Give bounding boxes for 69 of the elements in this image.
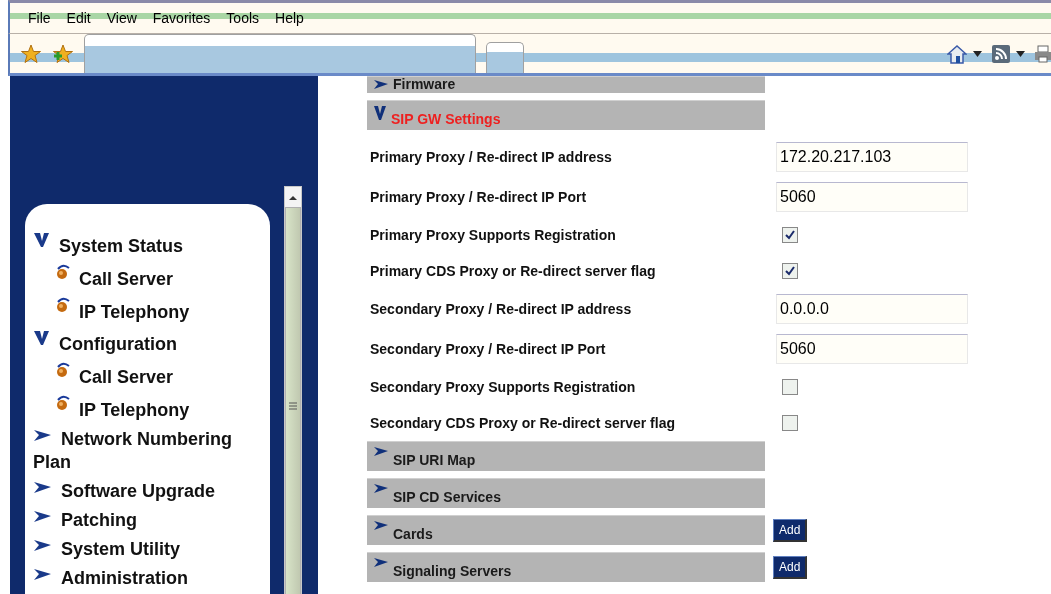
bullet-icon	[55, 362, 71, 380]
add-button[interactable]: Add	[773, 555, 808, 579]
print-icon[interactable]	[1035, 44, 1051, 63]
menu-item[interactable]: Tools	[220, 10, 266, 26]
chevron-down-icon	[373, 106, 387, 120]
field-label: Primary CDS Proxy or Re-direct server flag	[369, 263, 657, 279]
nav-item[interactable]: Configuration	[33, 330, 270, 356]
chevron-down-icon	[33, 232, 51, 248]
arrow-icon	[373, 483, 389, 495]
rss-icon[interactable]	[992, 44, 1010, 63]
arrow-icon	[33, 510, 53, 524]
field-label: Primary Proxy / Re-direct IP address	[369, 149, 613, 165]
nav-subitem[interactable]: IP Telephony	[33, 395, 270, 422]
menu-item[interactable]: Favorites	[146, 10, 217, 26]
star-icon[interactable]	[20, 43, 42, 64]
arrow-icon	[33, 481, 53, 495]
bullet-icon	[55, 297, 71, 315]
add-star-icon[interactable]	[52, 43, 74, 64]
home-icon[interactable]	[947, 43, 967, 64]
field-label: Secondary Proxy / Re-direct IP Port	[369, 341, 607, 357]
caret-icon[interactable]	[1016, 50, 1025, 57]
field-label: Primary Proxy / Re-direct IP Port	[369, 189, 588, 205]
checkbox[interactable]	[782, 379, 798, 395]
menu-item[interactable]: View	[100, 10, 143, 26]
arrow-icon	[373, 557, 389, 569]
input-field[interactable]: 5060	[776, 182, 968, 212]
arrow-icon	[33, 568, 53, 582]
nav-item[interactable]: Administration	[33, 567, 270, 590]
scrollbar[interactable]	[284, 186, 302, 594]
chevron-down-icon	[33, 330, 51, 346]
browser-tab[interactable]	[84, 34, 476, 73]
grip-icon	[289, 402, 297, 410]
checkbox[interactable]	[782, 263, 798, 279]
section-header[interactable]: SIP CD Services	[367, 478, 765, 508]
nav-subitem[interactable]: IP Telephony	[33, 297, 270, 324]
checkbox[interactable]	[782, 227, 798, 243]
nav-item[interactable]: System Status	[33, 232, 270, 258]
caret-icon[interactable]	[973, 50, 982, 57]
input-field[interactable]: 5060	[776, 334, 968, 364]
field-label: Secondary Proxy Supports Registration	[369, 379, 637, 395]
nav-item[interactable]: Software Upgrade	[33, 480, 270, 503]
arrow-icon	[373, 79, 389, 91]
nav-item[interactable]: System Utility	[33, 538, 270, 561]
checkbox[interactable]	[782, 415, 798, 431]
add-button[interactable]: Add	[773, 518, 808, 542]
menu-item[interactable]: Edit	[60, 10, 97, 26]
input-field[interactable]: 172.20.217.103	[776, 142, 968, 172]
section-header[interactable]: Cards	[367, 515, 765, 545]
nav-subitem[interactable]: Call Server	[33, 264, 270, 291]
section-header[interactable]: Firmware	[367, 76, 765, 93]
nav-item[interactable]: Network Numbering Plan	[33, 428, 270, 474]
field-label: Primary Proxy Supports Registration	[369, 227, 617, 243]
input-field[interactable]: 0.0.0.0	[776, 294, 968, 324]
scroll-up-icon[interactable]	[289, 193, 297, 203]
field-label: Secondary CDS Proxy or Re-direct server flag	[369, 415, 676, 431]
section-header[interactable]: SIP URI Map	[367, 441, 765, 471]
bullet-icon	[55, 395, 71, 413]
nav-subitem[interactable]: Call Server	[33, 362, 270, 389]
arrow-icon	[33, 429, 53, 443]
field-label: Secondary Proxy / Re-direct IP address	[369, 301, 633, 317]
arrow-icon	[373, 520, 389, 532]
bullet-icon	[55, 264, 71, 282]
menu-item[interactable]: File	[22, 10, 57, 26]
nav-item[interactable]: Patching	[33, 509, 270, 532]
section-header[interactable]: Signaling Servers	[367, 552, 765, 582]
arrow-icon	[373, 446, 389, 458]
arrow-icon	[33, 539, 53, 553]
new-tab[interactable]	[486, 42, 524, 73]
menu-item[interactable]: Help	[269, 10, 310, 26]
